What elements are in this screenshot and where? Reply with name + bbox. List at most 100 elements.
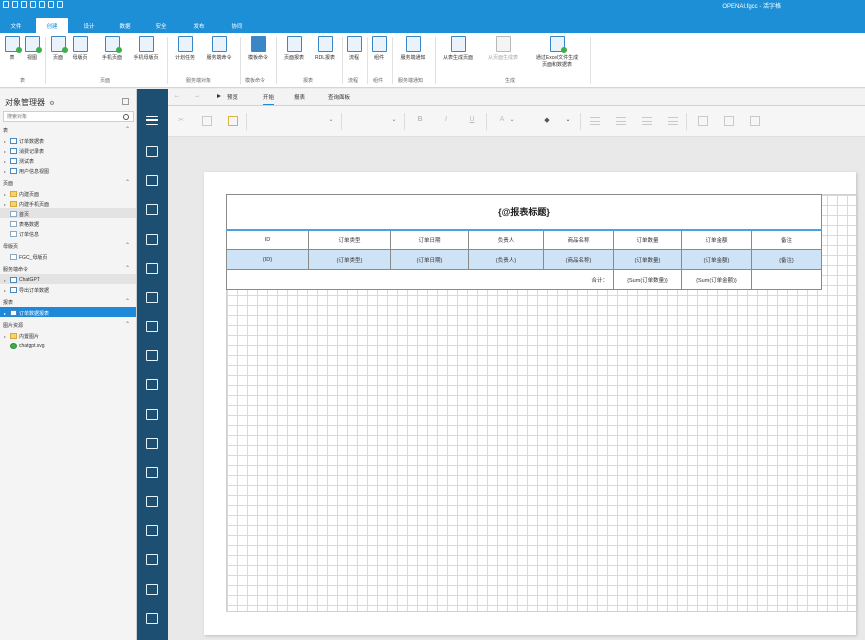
list-item[interactable]: ▸ 消费记录表: [0, 145, 136, 155]
header-cell[interactable]: 备注: [751, 229, 822, 250]
list-item[interactable]: 首页: [0, 208, 136, 218]
header-cell[interactable]: 订单金额: [681, 229, 752, 250]
data-cell[interactable]: {订单类型}: [308, 249, 391, 270]
list-item[interactable]: ▸ 内建页面: [0, 188, 136, 198]
data-cell[interactable]: {订单数量}: [613, 249, 682, 270]
chevron-up-icon[interactable]: ⌃: [125, 126, 130, 133]
list-item[interactable]: ▸ ChatGPT: [0, 274, 136, 284]
list-item[interactable]: ▸ 导出订单数据: [0, 284, 136, 294]
server-notify-button[interactable]: 服务端通知: [394, 36, 432, 61]
report-table[interactable]: {@报表标题} ID 订单类型 订单日期 负责人 商品名称 订单数量 订单金额 …: [226, 194, 822, 290]
template-command-button[interactable]: 模板命令: [243, 36, 273, 61]
tab-create[interactable]: 创建: [36, 18, 68, 33]
header-cell[interactable]: 订单类型: [308, 229, 391, 250]
copy-icon[interactable]: [202, 116, 212, 126]
tab-publish[interactable]: 发布: [186, 18, 212, 33]
undo-icon[interactable]: [39, 1, 45, 8]
run-icon[interactable]: [3, 1, 9, 8]
chevron-up-icon[interactable]: ⌃: [125, 321, 130, 328]
summary-amount-cell[interactable]: {Sum(订单金额)}: [681, 269, 752, 290]
create-table-button[interactable]: 表: [3, 36, 22, 61]
menu-icon[interactable]: [146, 116, 158, 125]
redo-icon[interactable]: [48, 1, 54, 8]
summary-label-cell[interactable]: 合计：: [226, 269, 614, 290]
data-cell[interactable]: {订单金额}: [681, 249, 752, 270]
shape-tool-icon[interactable]: [146, 584, 158, 595]
list-item[interactable]: ▸ 内置图片: [0, 330, 136, 340]
create-page-button[interactable]: 页面: [48, 36, 68, 61]
data-cell[interactable]: {负责人}: [468, 249, 544, 270]
header-cell[interactable]: 订单数量: [613, 229, 682, 250]
list-item[interactable]: ▸ 订单数据表: [0, 135, 136, 145]
section-header[interactable]: 报表 ⌃: [0, 297, 136, 307]
layers-icon[interactable]: [146, 204, 158, 215]
tab-data[interactable]: 数据: [112, 18, 138, 33]
split-cells-icon[interactable]: [750, 116, 760, 126]
chevron-up-icon[interactable]: ⌃: [125, 179, 130, 186]
list-item[interactable]: ▸ 内建手机页面: [0, 198, 136, 208]
data-cell[interactable]: {商品名称}: [543, 249, 614, 270]
page-report-button[interactable]: 页面报表: [279, 36, 309, 61]
subreport-tool-icon[interactable]: [146, 438, 158, 449]
sparkline-tool-icon[interactable]: [146, 467, 158, 478]
list-item-selected[interactable]: ▸ 订单数据报表: [0, 307, 136, 317]
create-mobile-page-button[interactable]: 手机页面: [97, 36, 127, 61]
scheduled-task-button[interactable]: 计划任务: [170, 36, 200, 61]
list-item[interactable]: 表格数据: [0, 218, 136, 228]
bullet-tool-icon[interactable]: [146, 496, 158, 507]
search-input[interactable]: [3, 111, 134, 122]
section-header[interactable]: 服务端命令 ⌃: [0, 264, 136, 274]
back-button[interactable]: ←: [174, 93, 180, 99]
section-header[interactable]: 图片资源 ⌃: [0, 320, 136, 330]
section-header[interactable]: 表 ⌃: [0, 125, 136, 135]
border-icon[interactable]: [698, 116, 708, 126]
barcode-tool-icon[interactable]: [146, 525, 158, 536]
create-mobile-master-button[interactable]: 手机母版页: [128, 36, 164, 61]
gen-table-from-page-button[interactable]: 从页面生成表: [481, 36, 525, 61]
line-tool-icon[interactable]: [146, 613, 158, 624]
section-header[interactable]: 母版页 ⌃: [0, 241, 136, 251]
chevron-up-icon[interactable]: ⌃: [125, 242, 130, 249]
paste-icon[interactable]: [228, 116, 238, 126]
save-icon[interactable]: [12, 1, 18, 8]
summary-qty-cell[interactable]: {Sum(订单数量)}: [613, 269, 682, 290]
save-all-icon[interactable]: [21, 1, 27, 8]
matrix-tool-icon[interactable]: [146, 263, 158, 274]
report-design-canvas[interactable]: {@报表标题} ID 订单类型 订单日期 负责人 商品名称 订单数量 订单金额 …: [168, 137, 865, 640]
font-color-icon[interactable]: A: [497, 116, 507, 126]
gear-icon[interactable]: ⚙: [49, 100, 54, 107]
tab-report[interactable]: 报表: [294, 93, 305, 101]
textbox-tool-icon[interactable]: [146, 321, 158, 332]
header-cell[interactable]: 负责人: [468, 229, 544, 250]
forward-button[interactable]: →: [194, 93, 200, 99]
data-source-icon[interactable]: [146, 175, 158, 186]
component-button[interactable]: 组件: [369, 36, 389, 61]
search-icon[interactable]: [123, 114, 129, 120]
tab-file[interactable]: 文件: [3, 18, 29, 33]
formatted-text-icon[interactable]: [146, 554, 158, 565]
chart-tool-icon[interactable]: [146, 292, 158, 303]
fill-color-icon[interactable]: ◆: [542, 116, 552, 126]
tab-preview[interactable]: 预览: [227, 93, 238, 101]
container-tool-icon[interactable]: [146, 409, 158, 420]
create-view-button[interactable]: 视图: [23, 36, 42, 61]
chevron-down-icon[interactable]: ⌄: [391, 116, 397, 126]
header-cell[interactable]: 商品名称: [543, 229, 614, 250]
align-justify-icon[interactable]: [668, 117, 678, 125]
tab-design[interactable]: 设计: [76, 18, 102, 33]
refresh-icon[interactable]: [57, 1, 63, 8]
bold-icon[interactable]: B: [415, 116, 425, 126]
underline-icon[interactable]: U: [467, 116, 477, 126]
tab-security[interactable]: 安全: [148, 18, 174, 33]
tab-query-panel[interactable]: 查询面板: [328, 93, 350, 101]
chevron-down-icon[interactable]: ⌄: [328, 116, 334, 126]
server-command-button[interactable]: 服务端命令: [201, 36, 237, 61]
data-cell[interactable]: {订单日期}: [390, 249, 469, 270]
publish-icon[interactable]: [30, 1, 36, 8]
create-master-page-button[interactable]: 母版页: [68, 36, 92, 61]
chevron-up-icon[interactable]: ⌃: [125, 298, 130, 305]
list-item[interactable]: 订单信息: [0, 228, 136, 238]
chevron-down-icon[interactable]: ⌄: [509, 116, 515, 126]
header-cell[interactable]: ID: [226, 229, 309, 250]
italic-icon[interactable]: I: [441, 116, 451, 126]
